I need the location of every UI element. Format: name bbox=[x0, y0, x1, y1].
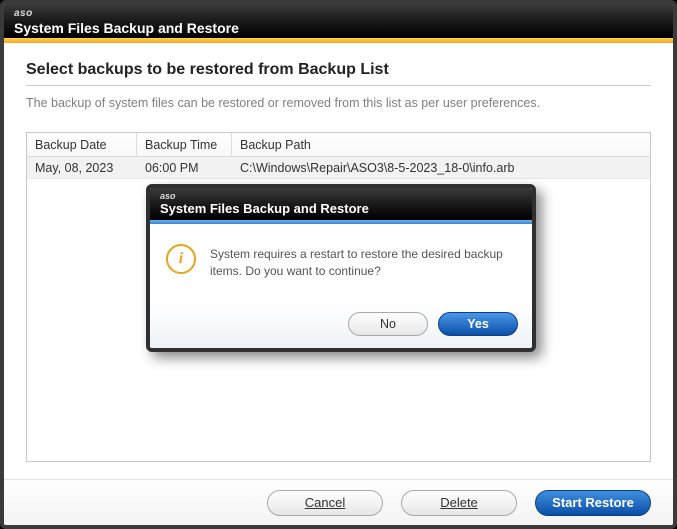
dialog-message: System requires a restart to restore the… bbox=[210, 244, 514, 281]
main-window: aso System Files Backup and Restore Sele… bbox=[0, 0, 677, 529]
table-header: Backup Date Backup Time Backup Path bbox=[27, 133, 650, 157]
dialog-title: System Files Backup and Restore bbox=[160, 202, 522, 216]
table-row[interactable]: May, 08, 2023 06:00 PM C:\Windows\Repair… bbox=[27, 157, 650, 179]
titlebar: aso System Files Backup and Restore bbox=[4, 4, 673, 38]
cell-path: C:\Windows\Repair\ASO3\8-5-2023_18-0\inf… bbox=[232, 161, 650, 175]
no-button[interactable]: No bbox=[348, 312, 428, 336]
window-title: System Files Backup and Restore bbox=[14, 20, 663, 36]
delete-button[interactable]: Delete bbox=[401, 490, 517, 516]
page-heading: Select backups to be restored from Backu… bbox=[26, 61, 651, 79]
divider bbox=[26, 85, 651, 86]
page-subtext: The backup of system files can be restor… bbox=[26, 96, 651, 110]
footer-bar: Cancel Delete Start Restore bbox=[4, 479, 673, 525]
brand-label: aso bbox=[14, 8, 663, 20]
dialog-body: i System requires a restart to restore t… bbox=[150, 224, 532, 304]
dialog-footer: No Yes bbox=[150, 304, 532, 348]
info-icon: i bbox=[166, 244, 196, 274]
col-header-date[interactable]: Backup Date bbox=[27, 133, 137, 156]
yes-button[interactable]: Yes bbox=[438, 312, 518, 336]
confirm-dialog: aso System Files Backup and Restore i Sy… bbox=[146, 184, 536, 352]
col-header-path[interactable]: Backup Path bbox=[232, 133, 650, 156]
dialog-titlebar: aso System Files Backup and Restore bbox=[150, 188, 532, 220]
cell-date: May, 08, 2023 bbox=[27, 161, 137, 175]
start-restore-button[interactable]: Start Restore bbox=[535, 490, 651, 516]
col-header-time[interactable]: Backup Time bbox=[137, 133, 232, 156]
cancel-button[interactable]: Cancel bbox=[267, 490, 383, 516]
cell-time: 06:00 PM bbox=[137, 161, 232, 175]
